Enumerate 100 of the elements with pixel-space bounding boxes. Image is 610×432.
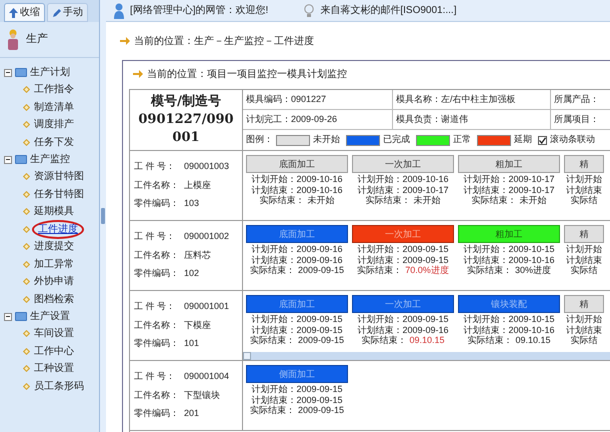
task-button[interactable]: 粗加工 [458,155,560,173]
expand-toggle[interactable] [4,156,12,164]
plan-end: 计划结束：2009-10-16 [251,184,343,194]
breadcrumb: 当前的位置：生产－生产监控－工件进度 [134,34,314,48]
checkbox[interactable] [538,136,547,144]
actual-label: 实际结 [570,335,598,346]
plan-start: 计划开始：2009-09-15 [357,244,449,254]
field-label: 零件编码： [134,267,180,280]
arrow-icon [120,37,130,45]
tree-item[interactable]: 加工异常 [32,256,76,272]
actual-label: 实际结束： [260,195,304,206]
plan-start: 计划开始 [566,314,602,324]
expand-toggle[interactable] [4,68,12,76]
field-value: 090001002 [184,230,230,244]
task-button[interactable]: 精 [564,295,604,313]
plan-start: 计划开始：2009-09-15 [251,314,343,324]
plan-start: 计划开始：2009-09-15 [251,384,343,394]
horizontal-scrollbar[interactable] [243,352,610,360]
tree-group[interactable]: 生产计划 [30,65,70,80]
field-label: 工 件 号： [134,300,176,314]
field-value: 上模座 [184,178,211,192]
info-cell: 计划完工：2009-09-26 [243,110,393,129]
tree-item[interactable]: 任务甘特图 [32,186,86,202]
legend-text: 未开始 [313,133,340,146]
tree-item[interactable]: 外协申请 [32,274,76,290]
tree-item[interactable]: 工作中心 [32,344,76,359]
arrow-icon [133,70,143,78]
plan-end: 计划结束：2009-10-16 [463,324,555,335]
up-arrow-icon [9,8,18,18]
task-button[interactable]: 底面加工 [246,155,348,173]
tree-item[interactable]: 车间设置 [32,326,76,342]
plan-end: 计划结束：2009-09-15 [251,324,343,335]
actual-value: 09.10.15 [409,335,445,346]
plan-start: 计划开始：2009-10-17 [463,174,555,184]
tree-item[interactable]: 员工条形码 [32,378,86,394]
plan-start: 计划开始：2009-10-16 [251,174,343,184]
field-label: 工 件 号： [134,160,176,174]
tree-item[interactable]: 任务下发 [32,134,76,150]
plan-start: 计划开始 [566,244,602,254]
tab[interactable]: 收缩 [4,3,45,22]
actual-label: 实际结 [570,265,598,276]
plan-end: 计划结束：2009-09-16 [251,254,343,265]
actual-label: 实际结束： [250,405,295,416]
field-value: 101 [184,337,200,350]
field-label: 零件编码： [134,197,180,210]
tree-item[interactable]: 资源甘特图 [32,169,86,184]
field-value: 201 [184,407,200,420]
plan-start: 计划开始：2009-09-15 [357,314,449,324]
plan-start: 计划开始：2009-10-15 [463,244,555,254]
tree-group[interactable]: 生产监控 [30,152,70,167]
bulb-icon [304,4,314,18]
info-cell: 模具负责：谢道伟 [393,110,551,129]
info-cell: 模具编码：0901227 [243,90,393,109]
actual-label: 实际结束： [250,265,295,276]
tree-item[interactable]: 工种设置 [32,361,76,376]
field-label: 工件名称： [134,388,180,402]
task-button[interactable]: 精 [564,155,604,173]
legend-label: 图例： [246,133,273,146]
task-button[interactable]: 粗加工 [458,225,560,243]
tree-item[interactable]: 延期模具 [32,204,76,220]
actual-label: 实际结束： [361,335,406,346]
field-label: 工 件 号： [134,230,176,244]
tab[interactable]: 手动 [47,3,88,22]
field-label: 零件编码： [134,337,180,350]
mail-link[interactable]: 来自蒋文彬的邮件[ISO9001:...] [320,3,456,18]
expand-toggle[interactable] [4,312,12,320]
checkbox-label: 滚动条联动 [550,133,595,146]
field-value: 下型镶块 [184,388,220,402]
plan-end: 计划结束 [566,324,602,335]
folder-icon [15,68,27,77]
field-label: 工件名称： [134,318,180,332]
field-label: 零件编码： [134,407,180,420]
field-label: 工 件 号： [134,370,176,384]
tree-item[interactable]: 进度提交 [32,239,76,254]
plan-end: 计划结束：2009-10-17 [463,184,555,194]
task-button[interactable]: 一次加工 [352,155,454,173]
folder-icon [15,155,27,164]
info-cell: 模具名称：左/右中柱主加强板 [393,90,551,109]
tree-item[interactable]: 调度排产 [32,117,76,132]
plan-start: 计划开始：2009-10-16 [357,174,449,184]
tree-item[interactable]: 图档检索 [32,292,76,307]
field-value: 压料芯 [184,248,211,262]
actual-label: 实际结束： [357,265,402,276]
plan-end: 计划结束 [566,254,602,265]
actual-label: 实际结束： [366,195,410,206]
tree-item[interactable]: 制造清单 [32,100,76,115]
plan-end: 计划结束：2009-10-17 [357,184,449,194]
plan-end: 计划结束：2009-09-15 [357,254,449,265]
tree-item[interactable]: 工作指令 [32,82,76,98]
actual-value: 2009-09-15 [298,265,344,276]
actual-label: 实际结 [570,195,598,206]
field-value: 090001004 [184,370,230,384]
actual-value: 09.10.15 [515,335,551,346]
tree-group[interactable]: 生产设置 [30,309,70,324]
tree-item[interactable]: 工件进度 [32,220,84,239]
task-button[interactable]: 精 [564,225,604,243]
actual-value: 未开始 [308,195,334,206]
plan-start: 计划开始：2009-09-16 [251,244,343,254]
field-value: 090001001 [184,300,230,314]
collapse-handle[interactable] [101,208,105,224]
